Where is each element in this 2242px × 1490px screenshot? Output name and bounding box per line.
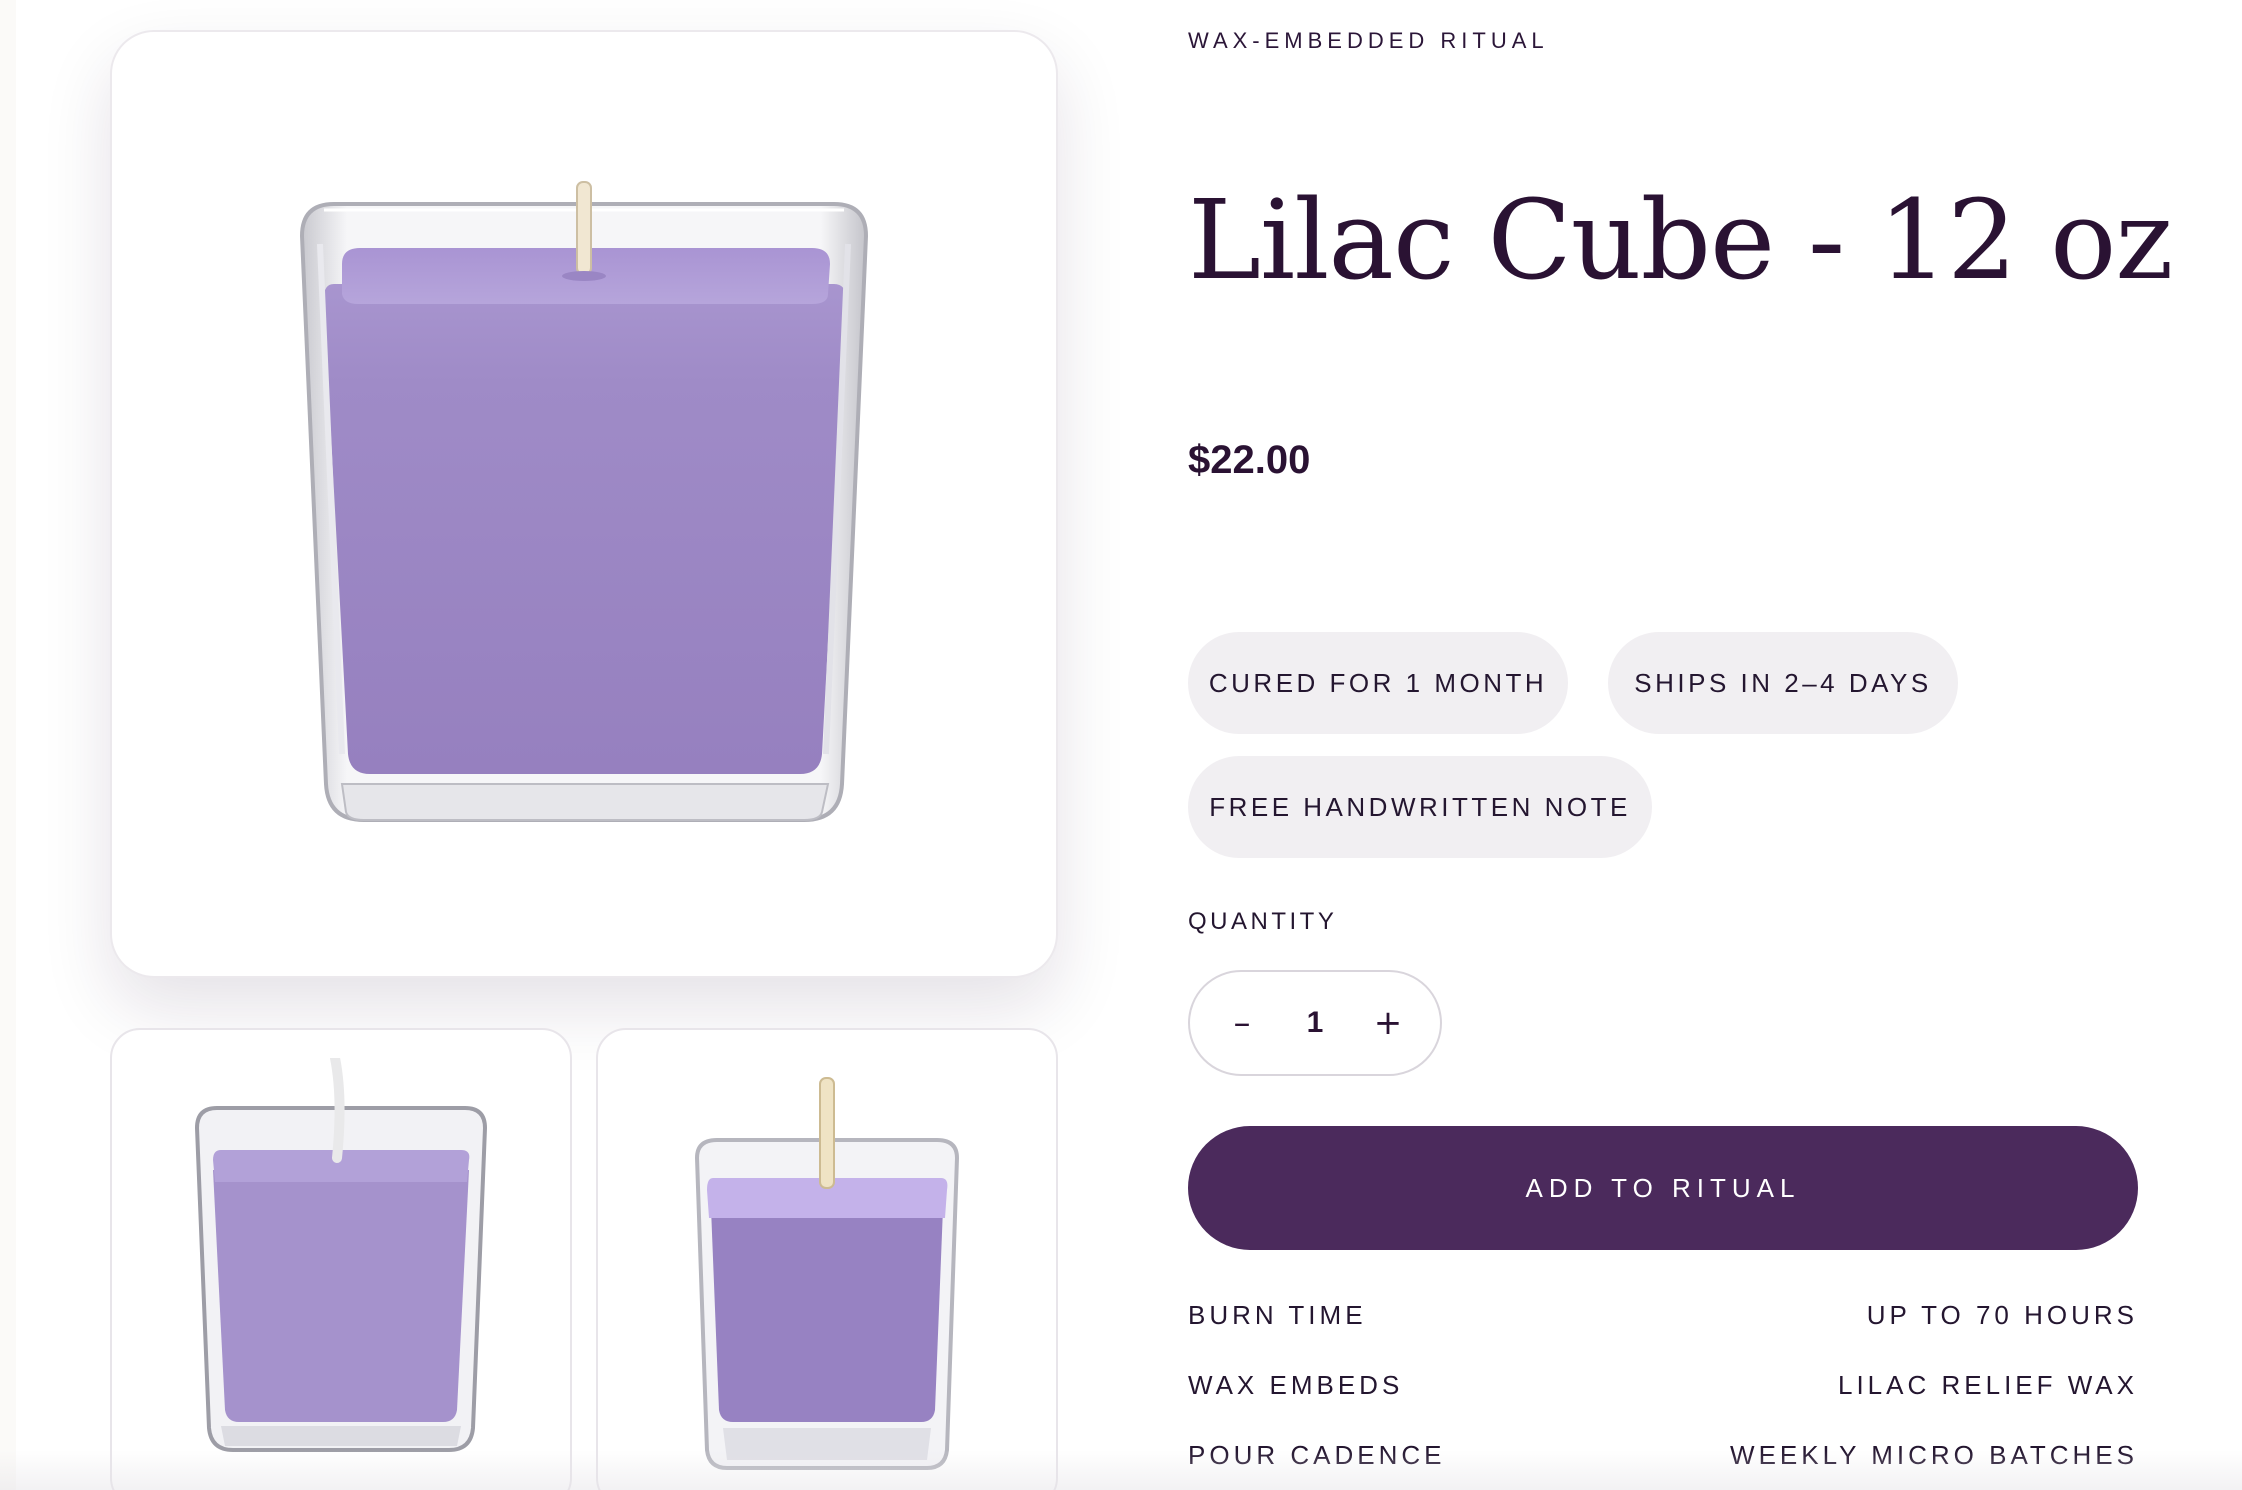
quantity-stepper: – + [1188,970,1442,1076]
badge-handwritten-note: FREE HANDWRITTEN NOTE [1188,756,1652,858]
increment-button[interactable]: + [1368,1003,1408,1043]
product-price: $22.00 [1188,438,1311,482]
spec-label: WAX EMBEDS [1188,1370,1404,1400]
spec-row-burn-time: BURN TIME UP TO 70 HOURS [1188,1300,2138,1331]
product-eyebrow: WAX-EMBEDDED RITUAL [1188,28,1549,53]
spec-label: POUR CADENCE [1188,1440,1446,1470]
spec-row-pour-cadence: POUR CADENCE WEEKLY MICRO BATCHES [1188,1440,2138,1471]
lilac-cube-candle-image [299,181,869,822]
quantity-input[interactable] [1285,1006,1345,1040]
lilac-cube-candle-thumbnail-alt [694,1077,960,1470]
add-to-ritual-button[interactable]: ADD TO RITUAL [1188,1126,2138,1250]
thumbnail-1[interactable] [110,1028,572,1490]
thumbnail-2[interactable] [596,1028,1058,1490]
badge-cured: CURED FOR 1 MONTH [1188,632,1568,734]
lilac-cube-candle-thumbnail [194,1058,488,1452]
spec-row-wax-embeds: WAX EMBEDS LILAC RELIEF WAX [1188,1370,2138,1401]
badge-shipping: SHIPS IN 2–4 DAYS [1608,632,1958,734]
spec-value: WEEKLY MICRO BATCHES [1730,1440,2138,1470]
spec-value: LILAC RELIEF WAX [1838,1370,2138,1400]
product-title: Lilac Cube - 12 oz [1188,176,2173,304]
main-product-image-card [110,30,1058,978]
spec-value: UP TO 70 HOURS [1866,1300,2138,1330]
decrement-button[interactable]: – [1222,1003,1262,1043]
product-page: WAX-EMBEDDED RITUAL Lilac Cube - 12 oz $… [0,0,2242,1490]
spec-label: BURN TIME [1188,1300,1367,1330]
quantity-label: QUANTITY [1188,908,1338,935]
